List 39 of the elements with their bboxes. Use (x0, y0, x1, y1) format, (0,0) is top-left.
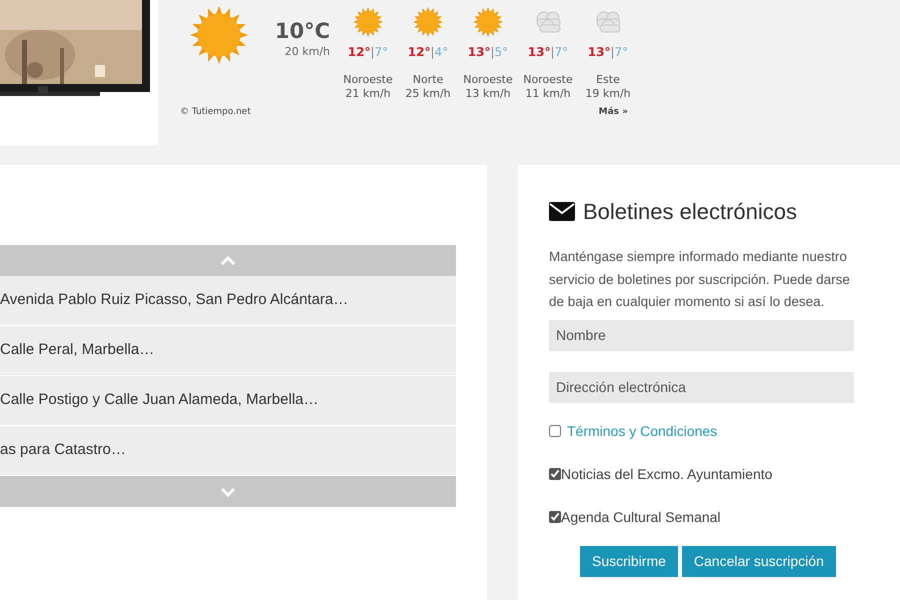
wind-speed: 11 km/h (525, 87, 571, 101)
sun-icon (353, 7, 383, 37)
list-item[interactable]: Calle Postigo y Calle Juan Alameda, Marbella… (0, 376, 456, 426)
checkbox[interactable] (549, 425, 561, 437)
temperature-range: 13°|7° (528, 44, 568, 61)
newsletter-title: Boletines electrónicos (583, 198, 798, 226)
temperature-range: 12°|4° (408, 44, 448, 61)
temperature-range: 13°|5° (468, 44, 508, 61)
text-field[interactable]: Nombre (549, 320, 854, 350)
wind-speed: 21 km/h (345, 87, 391, 101)
sun-icon (413, 7, 443, 37)
option-label: Agenda Cultural Semanal (561, 508, 721, 527)
more-link[interactable]: Más » (598, 106, 628, 120)
list-item[interactable]: Avenida Pablo Ruiz Picasso, San Pedro Alcántara… (0, 276, 456, 326)
wind-direction: Norte (412, 73, 444, 87)
envelope-icon (549, 202, 575, 221)
credit-text: © Tutiempo.net (180, 106, 251, 119)
list-item[interactable]: Calle Peral, Marbella… (0, 326, 456, 376)
wind-direction: Noroeste (523, 73, 573, 87)
checkbox[interactable] (549, 511, 561, 523)
wind-speed: 19 km/h (585, 87, 631, 101)
sun-icon (473, 7, 503, 37)
temperature-range: 12°|7° (348, 44, 388, 61)
wind-direction: Noroeste (463, 73, 513, 87)
checkbox[interactable] (549, 468, 561, 480)
wind-speed: 13 km/h (465, 87, 511, 101)
chevron-up-icon (220, 256, 236, 266)
text-field[interactable]: Dirección electrónica (549, 372, 854, 402)
temperature-range: 13°|7° (588, 44, 628, 61)
newsletter-description: Manténgase siempre informado mediante nuestro servicio de boletines por suscripción. Puede darse de baja en cualquier momento si así lo desea. (549, 248, 851, 311)
list-item[interactable]: as para Catastro… (0, 426, 456, 476)
chevron-down-icon (220, 486, 236, 496)
current-wind: 20 km/h (284, 44, 330, 60)
wind-direction: Este (596, 73, 620, 87)
wind-direction: Noroeste (343, 73, 393, 87)
current-temperature: 10°C (274, 18, 330, 44)
wind-speed: 25 km/h (405, 87, 451, 101)
option-label: Noticias del Excmo. Ayuntamiento (561, 464, 772, 484)
sun-icon (190, 6, 248, 64)
